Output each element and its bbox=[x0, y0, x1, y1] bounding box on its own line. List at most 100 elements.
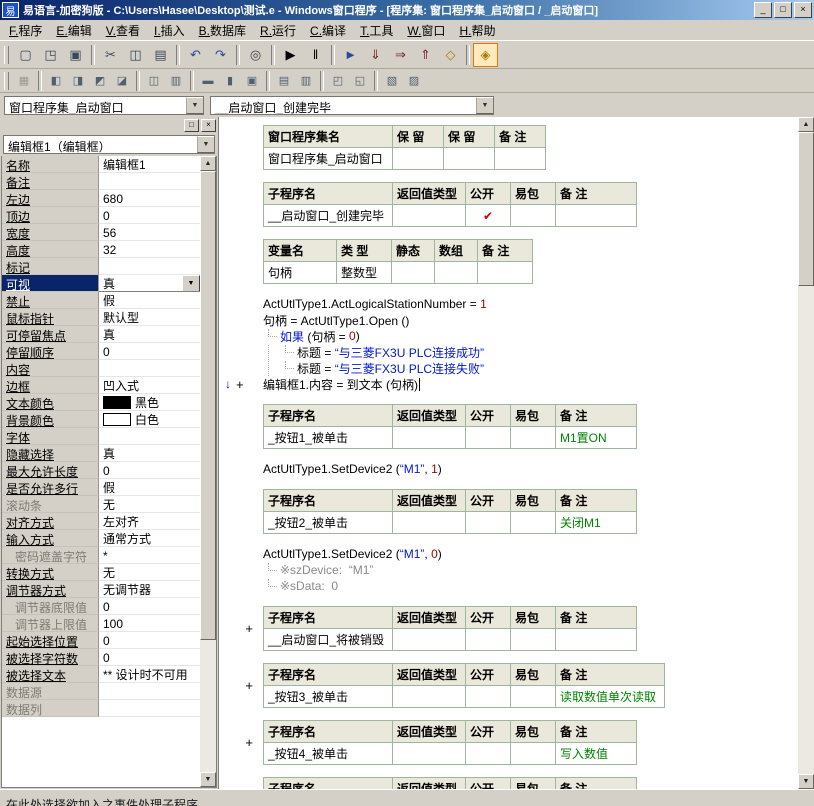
property-value[interactable]: 32 bbox=[99, 241, 200, 258]
property-value[interactable]: 左对齐 bbox=[99, 513, 200, 530]
scrollbar-thumb[interactable] bbox=[798, 132, 814, 286]
property-row[interactable]: 被选择字符数0 bbox=[2, 649, 200, 666]
send-to-back-button[interactable]: ◱ bbox=[349, 71, 371, 91]
property-row[interactable]: 调节器上限值100 bbox=[2, 615, 200, 632]
close-button[interactable]: × bbox=[794, 2, 812, 18]
property-value[interactable]: 真 bbox=[99, 326, 200, 343]
table-cell[interactable] bbox=[556, 205, 637, 227]
step-out-button[interactable]: ⇑ bbox=[413, 43, 438, 67]
table-data-row[interactable]: __启动窗口_创建完毕✔ bbox=[264, 205, 637, 227]
code-line[interactable]: 句柄 = ActUtlType1.Open () bbox=[219, 312, 798, 328]
subroutine-selector[interactable]: __启动窗口_创建完毕 ▼ bbox=[210, 96, 494, 115]
undo-button[interactable]: ↶ bbox=[183, 43, 208, 67]
property-row[interactable]: 对齐方式左对齐 bbox=[2, 513, 200, 530]
table-cell[interactable] bbox=[511, 686, 556, 708]
property-row[interactable]: 宽度56 bbox=[2, 224, 200, 241]
run-button[interactable]: ▶ bbox=[278, 43, 303, 67]
chevron-down-icon[interactable]: ▼ bbox=[197, 136, 214, 153]
property-value[interactable]: 真 bbox=[99, 445, 200, 462]
chevron-down-icon[interactable]: ▼ bbox=[186, 97, 203, 114]
property-value[interactable]: 无调节器 bbox=[99, 581, 200, 598]
code-line[interactable]: 如果 (句柄 = 0) bbox=[219, 328, 798, 344]
property-row[interactable]: 鼠标指针默认型 bbox=[2, 309, 200, 326]
space-vertical-button[interactable]: ▥ bbox=[295, 71, 317, 91]
align-top-button[interactable]: ◩ bbox=[89, 71, 111, 91]
center-horizontal-button[interactable]: ◫ bbox=[143, 71, 165, 91]
center-vertical-button[interactable]: ▥ bbox=[165, 71, 187, 91]
tab-order-button[interactable]: ▧ bbox=[381, 71, 403, 91]
menu-item[interactable]: V.查看 bbox=[99, 20, 147, 41]
property-row[interactable]: 起始选择位置0 bbox=[2, 632, 200, 649]
table-cell[interactable]: 窗口程序集_启动窗口 bbox=[264, 148, 393, 170]
property-value[interactable]: 黑色 bbox=[99, 394, 200, 411]
table-cell[interactable] bbox=[393, 629, 466, 651]
code-scrollbar[interactable]: ▲ ▼ bbox=[798, 117, 814, 789]
property-value[interactable]: 0 bbox=[99, 598, 200, 615]
toolbar-grip[interactable] bbox=[4, 72, 9, 90]
table-cell[interactable] bbox=[393, 427, 466, 449]
table-cell[interactable]: __启动窗口_将被销毁 bbox=[264, 629, 393, 651]
property-row[interactable]: 高度32 bbox=[2, 241, 200, 258]
scroll-up-icon[interactable]: ▲ bbox=[200, 156, 216, 171]
form-grid-button[interactable]: ▨ bbox=[403, 71, 425, 91]
pan-hand-button[interactable]: ◇ bbox=[438, 43, 463, 67]
property-row[interactable]: 可视真▼ bbox=[2, 275, 200, 292]
property-row[interactable]: 边框凹入式 bbox=[2, 377, 200, 394]
property-row[interactable]: 滚动条无 bbox=[2, 496, 200, 513]
property-value[interactable] bbox=[99, 258, 200, 275]
table-cell[interactable] bbox=[511, 427, 556, 449]
table-data-row[interactable]: 窗口程序集_启动窗口 bbox=[264, 148, 546, 170]
insert-plus-icon[interactable]: + bbox=[245, 735, 253, 750]
property-row[interactable]: 是否允许多行假 bbox=[2, 479, 200, 496]
copy-button[interactable]: ◫ bbox=[123, 43, 148, 67]
table-cell[interactable]: _按钮4_被单击 bbox=[264, 743, 393, 765]
table-data-row[interactable]: _按钮3_被单击读取数值单次读取 bbox=[264, 686, 665, 708]
table-cell[interactable] bbox=[466, 512, 511, 534]
property-value[interactable]: 编辑框1 bbox=[99, 156, 200, 173]
property-value[interactable] bbox=[99, 683, 200, 700]
property-row[interactable]: 顶边0 bbox=[2, 207, 200, 224]
component-selector[interactable]: 编辑框1（编辑框） ▼ bbox=[3, 135, 215, 154]
table-cell[interactable] bbox=[511, 743, 556, 765]
table-cell[interactable] bbox=[556, 629, 637, 651]
property-row[interactable]: 禁止假 bbox=[2, 292, 200, 309]
maximize-button[interactable]: □ bbox=[774, 2, 792, 18]
table-data-row[interactable]: _按钮2_被单击关闭M1 bbox=[264, 512, 637, 534]
property-value[interactable] bbox=[99, 428, 200, 445]
open-file-button[interactable]: ◳ bbox=[38, 43, 63, 67]
property-value[interactable]: 680 bbox=[99, 190, 200, 207]
property-row[interactable]: 数据列 bbox=[2, 700, 200, 717]
menu-item[interactable]: W.窗口 bbox=[400, 20, 452, 41]
insert-plus-icon[interactable]: + bbox=[236, 377, 244, 392]
property-value[interactable]: 无 bbox=[99, 564, 200, 581]
property-row[interactable]: 转换方式无 bbox=[2, 564, 200, 581]
menu-item[interactable]: R.运行 bbox=[253, 20, 303, 41]
code-editor-panel[interactable]: 窗口程序集名保 留保 留备 注窗口程序集_启动窗口子程序名返回值类型公开易包备 … bbox=[219, 117, 814, 789]
table-cell[interactable]: _按钮2_被单击 bbox=[264, 512, 393, 534]
grid-lock-button[interactable]: ▦ bbox=[13, 71, 35, 91]
table-cell[interactable] bbox=[393, 205, 466, 227]
paste-button[interactable]: ▤ bbox=[148, 43, 173, 67]
step-into-button[interactable]: ⇓ bbox=[363, 43, 388, 67]
insert-plus-icon[interactable]: + bbox=[245, 678, 253, 693]
code-line[interactable]: ActUtlType1.SetDevice2 (“M1”, 1) bbox=[219, 461, 798, 477]
table-cell[interactable] bbox=[511, 512, 556, 534]
property-row[interactable]: 名称编辑框1 bbox=[2, 156, 200, 173]
scroll-down-icon[interactable]: ▼ bbox=[798, 774, 814, 789]
table-cell[interactable] bbox=[435, 262, 478, 284]
property-value[interactable]: 通常方式 bbox=[99, 530, 200, 547]
property-row[interactable]: 停留顺序0 bbox=[2, 343, 200, 360]
menu-item[interactable]: I.插入 bbox=[147, 20, 192, 41]
table-data-row[interactable]: _按钮4_被单击写入数值 bbox=[264, 743, 637, 765]
panel-float-button[interactable]: □ bbox=[184, 119, 199, 132]
code-line[interactable]: ※sData: 0 bbox=[219, 578, 798, 594]
redo-button[interactable]: ↷ bbox=[208, 43, 233, 67]
table-cell[interactable] bbox=[511, 205, 556, 227]
property-value[interactable]: ** 设计时不可用 bbox=[99, 666, 200, 683]
table-cell[interactable]: __启动窗口_创建完毕 bbox=[264, 205, 393, 227]
property-row[interactable]: 背景颜色白色 bbox=[2, 411, 200, 428]
table-cell[interactable] bbox=[495, 148, 546, 170]
table-cell[interactable]: 读取数值单次读取 bbox=[556, 686, 665, 708]
panel-close-button[interactable]: × bbox=[201, 119, 216, 132]
table-cell[interactable]: M1置ON bbox=[556, 427, 637, 449]
